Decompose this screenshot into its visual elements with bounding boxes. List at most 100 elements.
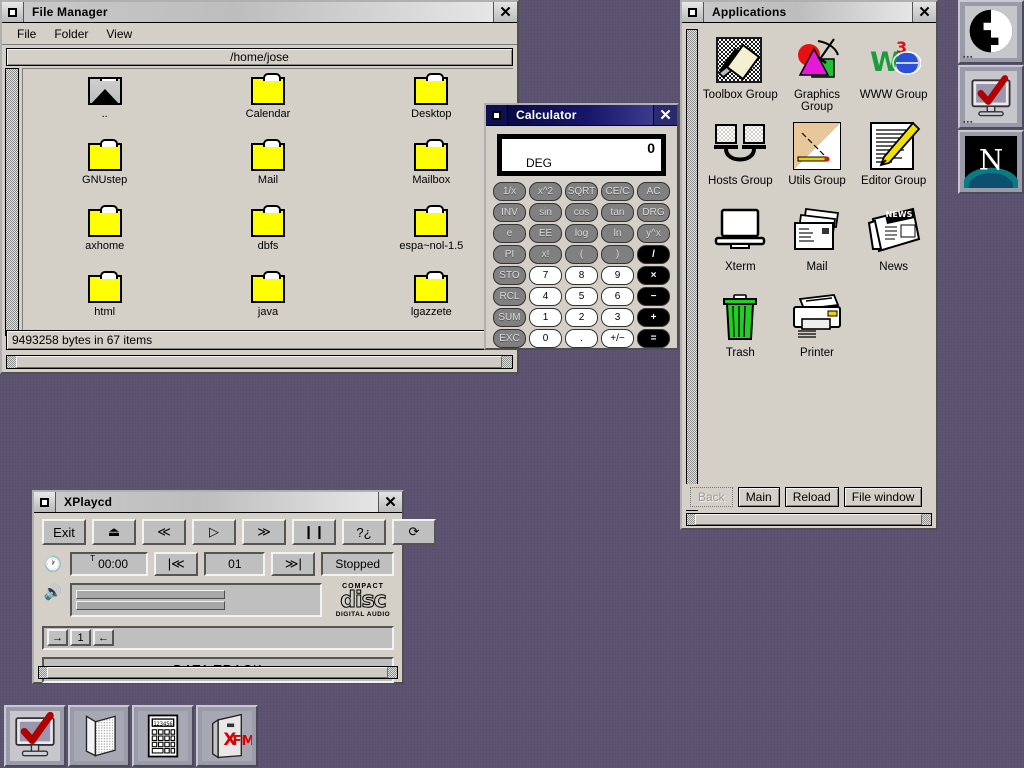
taskbar-item-monitor[interactable] (4, 705, 66, 767)
toolbar-button-file-window[interactable]: File window (844, 487, 923, 507)
application-item[interactable]: Mail (779, 205, 856, 291)
scrollbar-thumb[interactable] (47, 667, 388, 678)
calc-key-sin[interactable]: sin (529, 203, 562, 222)
window-menu-button[interactable] (682, 2, 704, 22)
calc-key-INV[interactable]: INV (493, 203, 526, 222)
exit-button[interactable]: Exit (42, 519, 86, 545)
calc-key-DRG[interactable]: DRG (637, 203, 670, 222)
calc-key-SQRT[interactable]: SQRT (565, 182, 598, 201)
calc-key-ln[interactable]: ln (601, 224, 634, 243)
applications-window[interactable]: Applications ✕ Toolbox GroupGraphics Gro… (680, 0, 938, 530)
calc-key-6[interactable]: 6 (601, 287, 634, 306)
calc-key-STO[interactable]: STO (493, 266, 526, 285)
volume-sliders[interactable] (70, 583, 322, 617)
xplaycd-titlebar[interactable]: XPlaycd ✕ (34, 492, 402, 513)
calc-key-[interactable]: / (637, 245, 670, 264)
pause-icon[interactable]: ❙❙ (292, 519, 336, 545)
calc-key-CEC[interactable]: CE/C (601, 182, 634, 201)
application-item[interactable]: Trash (702, 291, 779, 377)
calc-key-cos[interactable]: cos (565, 203, 598, 222)
xplaycd-window[interactable]: XPlaycd ✕ Exit⏏≪▷≫❙❙?¿⟳ 🕐 T00:00 |≪ 01 ≫… (32, 490, 404, 684)
application-item[interactable]: Utils Group (779, 119, 856, 205)
calc-key-1[interactable]: 1 (529, 308, 562, 327)
file-manager-window[interactable]: File Manager ✕ File Folder View /home/jo… (0, 0, 519, 374)
application-item[interactable]: Xterm (702, 205, 779, 291)
toolbar-button-reload[interactable]: Reload (785, 487, 839, 507)
calc-key-4[interactable]: 4 (529, 287, 562, 306)
calculator-window[interactable]: Calculator ✕ 0 DEG 1/xx^2SQRTCE/CACINVsi… (484, 103, 679, 350)
calc-key-[interactable]: . (565, 329, 598, 348)
file-item[interactable]: dbfs (186, 209, 349, 275)
file-item[interactable]: axhome (23, 209, 186, 275)
rewind-icon[interactable]: ≪ (142, 519, 186, 545)
calc-key-[interactable]: +/− (601, 329, 634, 348)
window-menu-button[interactable] (486, 105, 508, 125)
taskbar-item-book[interactable] (68, 705, 130, 767)
calc-key-[interactable]: = (637, 329, 670, 348)
calc-key-x2[interactable]: x^2 (529, 182, 562, 201)
dock-item-afterstep[interactable]: ▪▪▪ (958, 0, 1024, 64)
path-field[interactable]: /home/jose (6, 48, 513, 66)
application-item[interactable]: Hosts Group (702, 119, 779, 205)
horizontal-scrollbar[interactable] (6, 355, 513, 369)
window-menu-button[interactable] (34, 492, 56, 512)
application-item[interactable]: NEWSNews (855, 205, 932, 291)
calc-key-[interactable]: ) (601, 245, 634, 264)
calc-key-3[interactable]: 3 (601, 308, 634, 327)
track-list-bar[interactable]: →1← (42, 626, 394, 650)
file-item[interactable]: java (186, 275, 349, 336)
file-icon-area[interactable]: ..CalendarDesktopGNUstepMailMailboxaxhom… (22, 68, 513, 336)
fast-forward-icon[interactable]: ≫ (242, 519, 286, 545)
eject-icon[interactable]: ⏏ (92, 519, 136, 545)
next-track-button[interactable]: ≫| (271, 552, 315, 576)
calculator-titlebar[interactable]: Calculator ✕ (486, 105, 677, 126)
file-item[interactable]: html (23, 275, 186, 336)
application-item[interactable]: Graphics Group (779, 33, 856, 119)
application-item[interactable]: Editor Group (855, 119, 932, 205)
calc-key-tan[interactable]: tan (601, 203, 634, 222)
calc-key-EXC[interactable]: EXC (493, 329, 526, 348)
scrollbar-thumb[interactable] (695, 514, 922, 525)
file-item[interactable]: Calendar (186, 77, 349, 143)
prev-track-button[interactable]: |≪ (154, 552, 198, 576)
file-manager-menubar[interactable]: File Folder View (2, 23, 517, 45)
scrollbar-thumb[interactable] (16, 356, 502, 368)
taskbar-item-calculator[interactable]: 123456 (132, 705, 194, 767)
track-button[interactable]: ← (93, 629, 114, 646)
vertical-scrollbar[interactable] (5, 68, 19, 336)
taskbar-item-xfm[interactable]: X FM (196, 705, 258, 767)
application-item[interactable]: W3WWW Group (855, 33, 932, 119)
play-icon[interactable]: ▷ (192, 519, 236, 545)
close-icon[interactable]: ✕ (653, 105, 677, 125)
calc-key-[interactable]: + (637, 308, 670, 327)
calc-key-9[interactable]: 9 (601, 266, 634, 285)
calc-key-0[interactable]: 0 (529, 329, 562, 348)
calc-key-x[interactable]: x! (529, 245, 562, 264)
track-button[interactable]: → (47, 629, 68, 646)
repeat-icon[interactable]: ⟳ (392, 519, 436, 545)
calc-key-log[interactable]: log (565, 224, 598, 243)
close-icon[interactable]: ✕ (493, 2, 517, 22)
applications-toolbar[interactable]: BackMainReloadFile window (686, 484, 932, 510)
calc-key-SUM[interactable]: SUM (493, 308, 526, 327)
calc-key-[interactable]: − (637, 287, 670, 306)
calc-key-yx[interactable]: y^x (637, 224, 670, 243)
calc-key-[interactable]: ( (565, 245, 598, 264)
file-manager-titlebar[interactable]: File Manager ✕ (2, 2, 517, 23)
dock-item-netscape[interactable]: N (958, 130, 1024, 194)
calc-key-e[interactable]: e (493, 224, 526, 243)
calc-key-5[interactable]: 5 (565, 287, 598, 306)
window-menu-button[interactable] (2, 2, 24, 22)
close-icon[interactable]: ✕ (912, 2, 936, 22)
menu-file[interactable]: File (8, 25, 45, 43)
help-icon[interactable]: ?¿ (342, 519, 386, 545)
application-item[interactable]: Toolbox Group (702, 33, 779, 119)
file-item[interactable]: GNUstep (23, 143, 186, 209)
horizontal-scrollbar[interactable] (686, 513, 932, 526)
application-item[interactable]: Printer (779, 291, 856, 377)
menu-view[interactable]: View (97, 25, 141, 43)
volume-slider-right[interactable] (76, 601, 225, 610)
calc-key-RCL[interactable]: RCL (493, 287, 526, 306)
file-item[interactable]: .. (23, 77, 186, 143)
file-item[interactable]: Mail (186, 143, 349, 209)
